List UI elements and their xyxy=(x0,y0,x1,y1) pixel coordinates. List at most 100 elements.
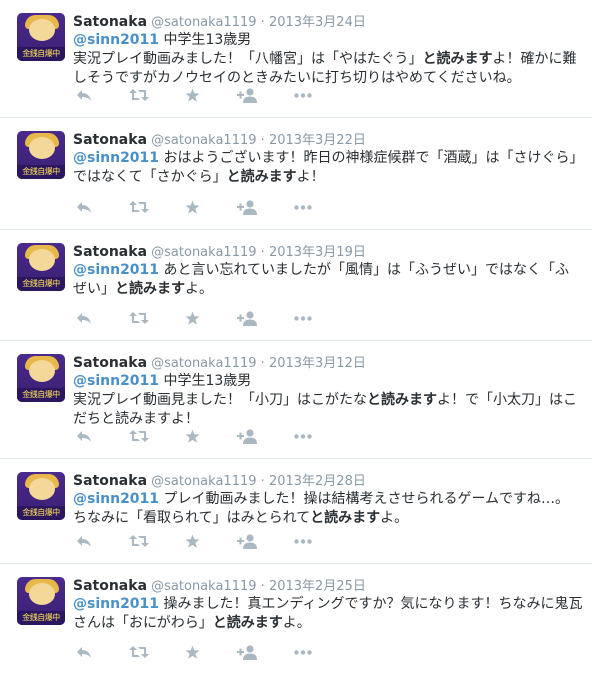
retweet-icon[interactable] xyxy=(128,644,150,660)
favorite-icon[interactable] xyxy=(181,644,203,660)
reply-icon[interactable] xyxy=(73,199,95,215)
separator: · xyxy=(260,15,265,30)
tweet-text: @sinn2011 あと言い忘れていましたが「風情」は「ふうぜい」ではなく「ふぜ… xyxy=(73,262,570,297)
avatar[interactable]: 金銭自爆中 xyxy=(17,472,65,520)
more-icon[interactable] xyxy=(292,199,314,215)
display-name[interactable]: Satonaka xyxy=(73,355,147,371)
avatar-caption: 金銭自爆中 xyxy=(17,611,65,625)
follow-icon[interactable] xyxy=(236,533,258,549)
display-name[interactable]: Satonaka xyxy=(73,578,147,594)
avatar[interactable]: 金銭自爆中 xyxy=(17,243,65,291)
mention-link[interactable]: @sinn2011 xyxy=(73,596,159,612)
retweet-icon[interactable] xyxy=(128,199,150,215)
timeline: 金銭自爆中 Satonaka @satonaka1119 · 2013年3月24日… xyxy=(0,0,592,674)
retweet-icon[interactable] xyxy=(128,533,150,549)
separator: · xyxy=(260,474,265,489)
follow-icon[interactable] xyxy=(236,644,258,660)
avatar-face xyxy=(29,360,55,382)
favorite-icon[interactable] xyxy=(181,199,203,215)
avatar-face xyxy=(29,478,55,500)
mention-link[interactable]: @sinn2011 xyxy=(73,150,159,166)
avatar-face xyxy=(29,19,55,41)
retweet-icon[interactable] xyxy=(128,310,150,326)
retweet-icon[interactable] xyxy=(128,87,150,103)
tweet-date[interactable]: 2013年3月19日 xyxy=(269,245,366,260)
follow-icon[interactable] xyxy=(236,428,258,444)
tweet-header: Satonaka @satonaka1119 · 2013年2月28日 xyxy=(73,470,366,489)
follow-icon[interactable] xyxy=(236,87,258,103)
display-name[interactable]: Satonaka xyxy=(73,244,147,260)
tweet-date[interactable]: 2013年3月22日 xyxy=(269,133,366,148)
avatar-face xyxy=(29,249,55,271)
tweet-date[interactable]: 2013年2月28日 xyxy=(269,474,366,489)
tweet-text: @sinn2011 おはようございます！昨日の神様症候群で「酒蔵」は「さけぐら」… xyxy=(73,150,577,185)
retweet-icon[interactable] xyxy=(128,428,150,444)
more-icon[interactable] xyxy=(292,310,314,326)
more-icon[interactable] xyxy=(292,533,314,549)
highlighted-text: と読みます xyxy=(422,51,493,67)
more-icon[interactable] xyxy=(292,644,314,660)
separator: · xyxy=(260,356,265,371)
tweet-text: @sinn2011 プレイ動画みました！操は結構考えさせられるゲームですね…。ち… xyxy=(73,491,570,526)
user-handle[interactable]: @satonaka1119 xyxy=(151,245,256,260)
user-handle[interactable]: @satonaka1119 xyxy=(151,356,256,371)
tweet-text: @sinn2011 中学生13歳男 実況プレイ動画見ました！「小刀」はこがたなと読… xyxy=(73,373,577,427)
avatar-caption: 金銭自爆中 xyxy=(17,47,65,61)
tweet-header: Satonaka @satonaka1119 · 2013年2月25日 xyxy=(73,575,366,594)
avatar-caption: 金銭自爆中 xyxy=(17,388,65,402)
tweet-date[interactable]: 2013年3月12日 xyxy=(269,356,366,371)
tweet-actions xyxy=(73,428,333,444)
user-handle[interactable]: @satonaka1119 xyxy=(151,15,256,30)
follow-icon[interactable] xyxy=(236,310,258,326)
separator: · xyxy=(260,133,265,148)
mention-link[interactable]: @sinn2011 xyxy=(73,373,159,389)
separator: · xyxy=(260,245,265,260)
user-handle[interactable]: @satonaka1119 xyxy=(151,474,256,489)
highlighted-text: と読みます xyxy=(310,510,381,526)
avatar-face xyxy=(29,137,55,159)
tweet-header: Satonaka @satonaka1119 · 2013年3月24日 xyxy=(73,11,366,30)
display-name[interactable]: Satonaka xyxy=(73,473,147,489)
tweet-actions xyxy=(73,199,333,215)
tweet-date[interactable]: 2013年2月25日 xyxy=(269,579,366,594)
reply-icon[interactable] xyxy=(73,87,95,103)
highlighted-text: と読みます xyxy=(212,615,283,631)
tweet[interactable]: 金銭自爆中 Satonaka @satonaka1119 · 2013年3月24日… xyxy=(0,0,592,118)
mention-link[interactable]: @sinn2011 xyxy=(73,491,159,507)
display-name[interactable]: Satonaka xyxy=(73,132,147,148)
tweet-header: Satonaka @satonaka1119 · 2013年3月12日 xyxy=(73,352,366,371)
tweet[interactable]: 金銭自爆中 Satonaka @satonaka1119 · 2013年3月22日… xyxy=(0,118,592,230)
avatar[interactable]: 金銭自爆中 xyxy=(17,131,65,179)
reply-icon[interactable] xyxy=(73,533,95,549)
tweet-header: Satonaka @satonaka1119 · 2013年3月22日 xyxy=(73,129,366,148)
avatar[interactable]: 金銭自爆中 xyxy=(17,354,65,402)
reply-icon[interactable] xyxy=(73,310,95,326)
favorite-icon[interactable] xyxy=(181,87,203,103)
favorite-icon[interactable] xyxy=(181,310,203,326)
avatar[interactable]: 金銭自爆中 xyxy=(17,577,65,625)
reply-icon[interactable] xyxy=(73,644,95,660)
tweet[interactable]: 金銭自爆中 Satonaka @satonaka1119 · 2013年3月12日… xyxy=(0,341,592,459)
avatar[interactable]: 金銭自爆中 xyxy=(17,13,65,61)
highlighted-text: と読みます xyxy=(226,169,297,185)
user-handle[interactable]: @satonaka1119 xyxy=(151,579,256,594)
avatar-caption: 金銭自爆中 xyxy=(17,506,65,520)
reply-icon[interactable] xyxy=(73,428,95,444)
favorite-icon[interactable] xyxy=(181,428,203,444)
avatar-face xyxy=(29,583,55,605)
follow-icon[interactable] xyxy=(236,199,258,215)
tweet-actions xyxy=(73,533,333,549)
favorite-icon[interactable] xyxy=(181,533,203,549)
tweet[interactable]: 金銭自爆中 Satonaka @satonaka1119 · 2013年2月25日… xyxy=(0,564,592,674)
display-name[interactable]: Satonaka xyxy=(73,14,147,30)
mention-link[interactable]: @sinn2011 xyxy=(73,32,159,48)
tweet-date[interactable]: 2013年3月24日 xyxy=(269,15,366,30)
avatar-caption: 金銭自爆中 xyxy=(17,277,65,291)
more-icon[interactable] xyxy=(292,428,314,444)
user-handle[interactable]: @satonaka1119 xyxy=(151,133,256,148)
tweet[interactable]: 金銭自爆中 Satonaka @satonaka1119 · 2013年3月19日… xyxy=(0,230,592,341)
mention-link[interactable]: @sinn2011 xyxy=(73,262,159,278)
tweet[interactable]: 金銭自爆中 Satonaka @satonaka1119 · 2013年2月28日… xyxy=(0,459,592,564)
tweet-text: @sinn2011 操みました！真エンディングですか？気になります！ちなみに鬼瓦… xyxy=(73,596,583,631)
more-icon[interactable] xyxy=(292,87,314,103)
